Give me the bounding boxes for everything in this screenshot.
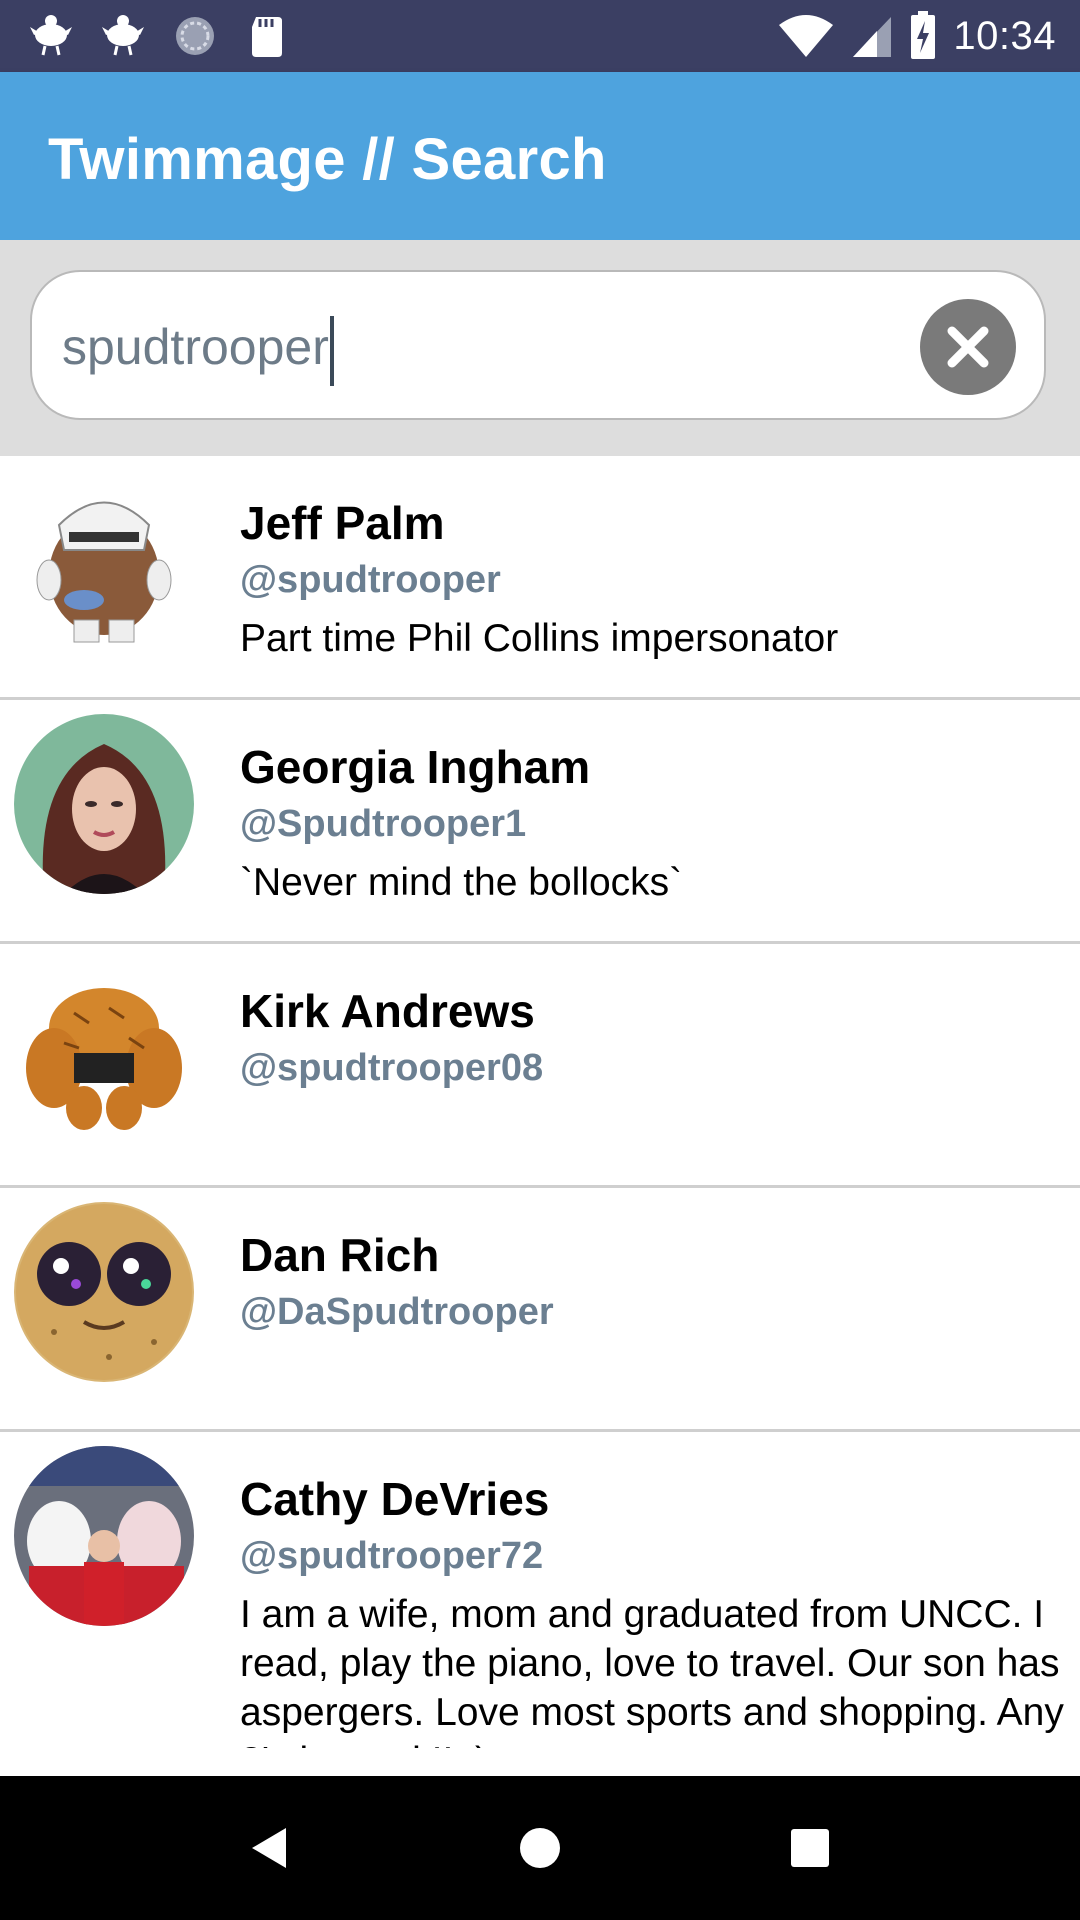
wifi-icon	[779, 15, 834, 57]
user-bio: `Never mind the bollocks`	[240, 861, 683, 904]
avatar	[14, 470, 194, 650]
back-icon[interactable]	[234, 1812, 306, 1884]
list-item[interactable]: Dan Rich @DaSpudtrooper	[0, 1188, 1080, 1432]
app-bar: Twimmage // Search	[0, 72, 1080, 240]
user-handle: @spudtrooper72	[240, 1535, 544, 1577]
user-bio: I am a wife, mom and graduated from UNCC…	[240, 1593, 1064, 1748]
user-name: Cathy DeVries	[240, 1473, 550, 1525]
user-bio: Part time Phil Collins impersonator	[240, 617, 839, 660]
page-title: Twimmage // Search	[48, 127, 607, 192]
user-name: Dan Rich	[240, 1229, 440, 1281]
user-name: Kirk Andrews	[240, 985, 535, 1037]
home-icon[interactable]	[504, 1812, 576, 1884]
list-item[interactable]: Georgia Ingham @Spudtrooper1 `Never mind…	[0, 700, 1080, 944]
status-bar: 10:34	[0, 0, 1080, 72]
clear-search-button[interactable]	[920, 299, 1016, 395]
user-name: Jeff Palm	[240, 497, 445, 549]
notification-icons	[26, 12, 292, 60]
clear-icon	[947, 326, 989, 368]
search-area: spudtrooper	[0, 240, 1080, 456]
user-handle: @Spudtrooper1	[240, 803, 527, 845]
list-item[interactable]: Jeff Palm @spudtrooper Part time Phil Co…	[0, 456, 1080, 700]
text-cursor	[329, 315, 334, 386]
search-input[interactable]: spudtrooper	[62, 312, 334, 386]
bird-icon	[102, 15, 144, 56]
search-field[interactable]: spudtrooper	[30, 270, 1046, 420]
avatar	[14, 958, 194, 1138]
user-name: Georgia Ingham	[240, 741, 591, 793]
battery-charging-icon	[911, 11, 936, 59]
user-handle: @spudtrooper08	[240, 1047, 544, 1089]
sd-card-icon	[252, 17, 282, 57]
recents-icon[interactable]	[774, 1812, 846, 1884]
user-handle: @DaSpudtrooper	[240, 1291, 554, 1333]
avatar	[14, 1446, 194, 1626]
list-item[interactable]: Kirk Andrews @spudtrooper08	[0, 944, 1080, 1188]
search-results-list: Jeff Palm @spudtrooper Part time Phil Co…	[0, 456, 1080, 1748]
search-query: spudtrooper	[62, 319, 329, 375]
list-item[interactable]: Cathy DeVries @spudtrooper72 I am a wife…	[0, 1432, 1080, 1748]
navigation-bar	[0, 1776, 1080, 1920]
sync-icon	[176, 17, 214, 55]
clock: 10:34	[953, 13, 1056, 58]
avatar	[14, 714, 194, 894]
system-icons: 10:34	[777, 10, 1056, 62]
avatar	[14, 1202, 194, 1382]
user-handle: @spudtrooper	[240, 559, 501, 601]
cell-signal-icon	[853, 17, 892, 57]
bird-icon	[30, 15, 72, 56]
